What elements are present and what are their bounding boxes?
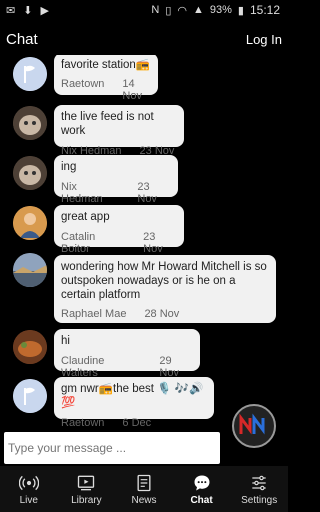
nav-settings[interactable]: Settings	[231, 473, 287, 506]
bottom-nav: Live Library News Chat Settings	[0, 466, 288, 512]
nfc-icon: N	[151, 4, 160, 16]
avatar[interactable]	[13, 206, 47, 240]
message-text: gm nwr📻the best 🎙️ 🎶🔊💯	[61, 383, 204, 409]
battery-icon: ▮	[237, 4, 244, 17]
message-author: Raphael Mae	[61, 308, 127, 320]
status-bar: ✉ ⬇ ▶ N ▯ ◠ ▲ 93% ▮ 15:12	[0, 0, 288, 20]
message-author: Catalin Boitor	[61, 231, 96, 255]
signal-icon: ▲	[192, 4, 204, 16]
message-date: 23 Nov	[143, 231, 163, 255]
wifi-icon: ◠	[177, 4, 187, 17]
news-icon	[137, 474, 151, 491]
message-text: hi	[61, 335, 70, 347]
battery-percent: 93%	[209, 4, 232, 16]
message-text: favorite station📻	[61, 59, 151, 71]
message-list[interactable]: favorite station📻 Raetown 14 Nov the liv…	[0, 55, 288, 427]
nav-label: Chat	[190, 494, 213, 506]
avatar[interactable]	[13, 379, 47, 413]
message-bubble: great app Catalin Boitor 23 Nov	[54, 205, 184, 255]
avatar[interactable]	[13, 156, 47, 190]
message-bubble: the live feed is not work Nix Hedman 23 …	[54, 105, 184, 157]
nav-news[interactable]: News	[116, 473, 172, 506]
vibrate-icon: ▯	[165, 4, 172, 17]
message-text: the live feed is not work	[61, 111, 154, 137]
station-logo-icon	[239, 413, 265, 435]
message-bubble: gm nwr📻the best 🎙️ 🎶🔊💯 Raetown 6 Dec	[54, 377, 214, 427]
nav-live[interactable]: Live	[1, 473, 57, 506]
nav-label: News	[131, 494, 157, 506]
download-icon: ⬇	[23, 4, 33, 17]
message-text: wondering how Mr Howard Mitchell is so o…	[61, 261, 267, 301]
app-header: Chat Log In	[0, 20, 288, 58]
message-date: 29 Nov	[159, 355, 179, 379]
mail-icon: ✉	[6, 4, 16, 17]
message-input-container	[4, 432, 220, 464]
message-date: 14 Nov	[122, 78, 142, 102]
message-date: 28 Nov	[144, 308, 180, 320]
message-date: 23 Nov	[137, 181, 157, 205]
message-author: Nix Hedman	[61, 181, 103, 205]
station-logo[interactable]	[232, 404, 276, 448]
chat-icon	[194, 475, 210, 490]
nav-label: Library	[71, 494, 102, 506]
avatar[interactable]	[13, 330, 47, 364]
message-text: ing	[61, 161, 77, 173]
avatar[interactable]	[13, 57, 47, 91]
message-bubble: wondering how Mr Howard Mitchell is so o…	[54, 255, 276, 323]
clock: 15:12	[249, 3, 280, 17]
library-icon	[78, 475, 95, 490]
nav-label: Settings	[241, 494, 278, 506]
avatar[interactable]	[13, 106, 47, 140]
radio-icon	[18, 475, 39, 490]
message-bubble: ing Nix Hedman 23 Nov	[54, 155, 178, 205]
page-title: Chat	[6, 30, 38, 48]
message-date: 6 Dec	[122, 417, 152, 427]
avatar[interactable]	[13, 253, 47, 287]
app-notification-icon: ▶	[40, 4, 49, 17]
nav-library[interactable]: Library	[58, 473, 114, 506]
nav-chat[interactable]: Chat	[174, 473, 230, 506]
message-author: Raetown	[61, 78, 105, 90]
nav-label: Live	[19, 494, 38, 506]
message-bubble: favorite station📻 Raetown 14 Nov	[54, 55, 158, 102]
login-button[interactable]: Log In	[246, 32, 288, 47]
message-text: great app	[61, 211, 110, 223]
message-author: Claudine Walters	[61, 355, 105, 379]
settings-icon	[252, 475, 266, 490]
message-input[interactable]	[4, 440, 220, 456]
message-bubble: hi Claudine Walters 29 Nov	[54, 329, 200, 379]
message-author: Raetown	[61, 417, 105, 427]
